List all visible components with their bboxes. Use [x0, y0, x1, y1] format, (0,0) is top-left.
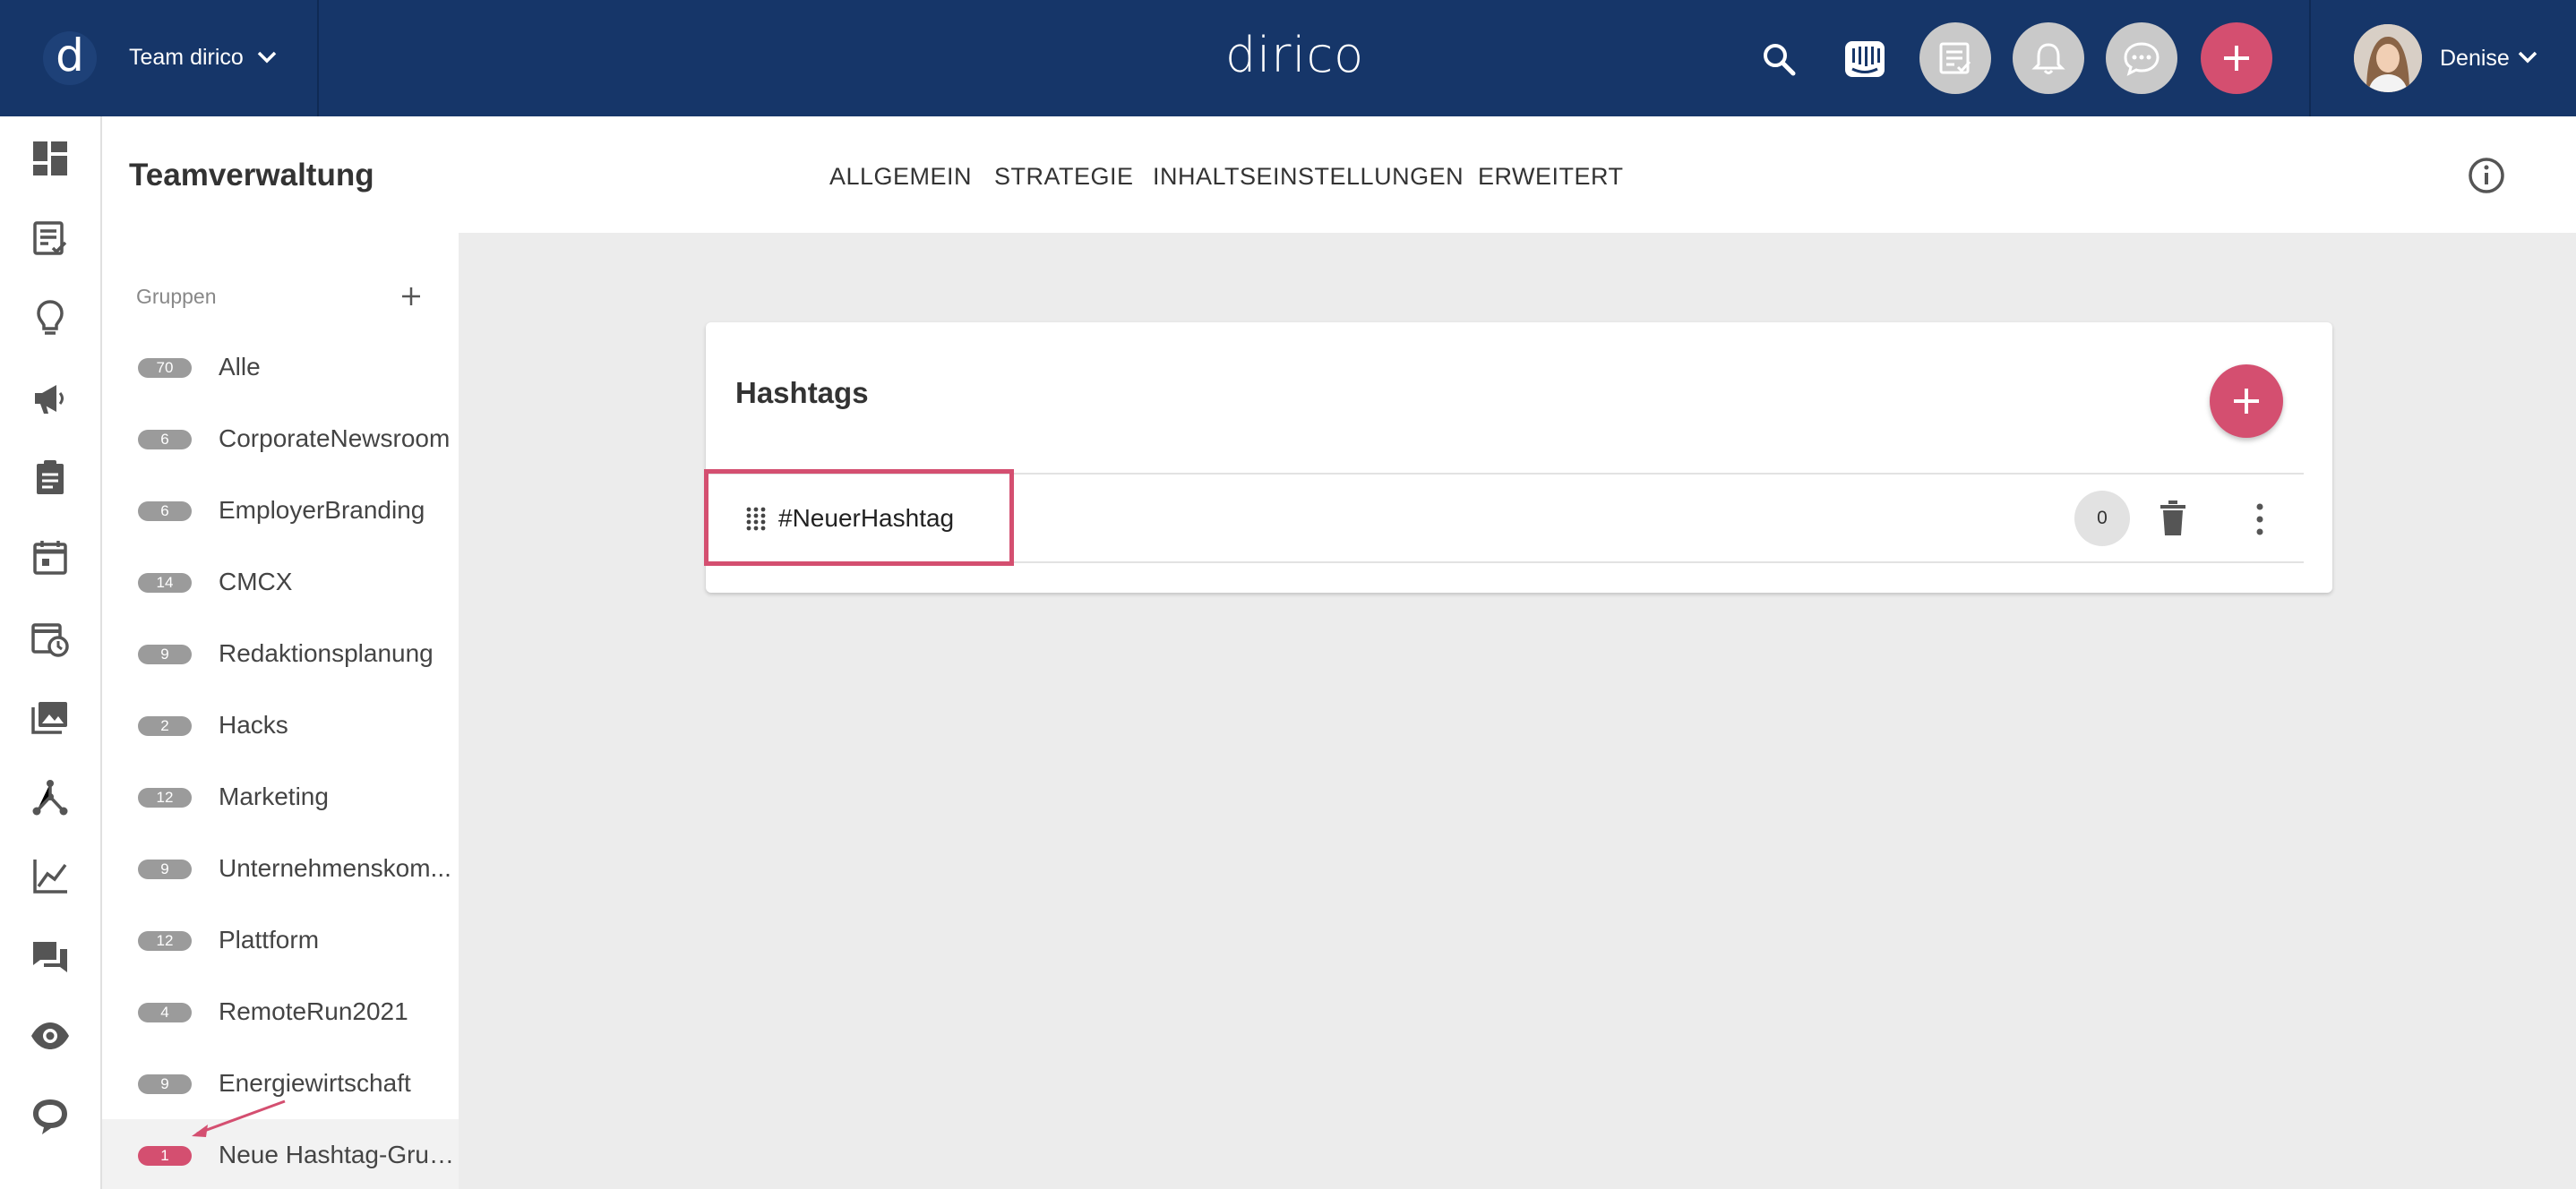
group-count-badge: 9 — [138, 645, 192, 664]
groups-label: Gruppen — [136, 285, 217, 308]
group-name: RemoteRun2021 — [219, 997, 408, 1025]
user-name[interactable]: Denise — [2440, 46, 2510, 72]
info-icon[interactable] — [2467, 156, 2506, 195]
group-count-badge: 1 — [138, 1146, 192, 1166]
avatar[interactable] — [2354, 24, 2422, 92]
drag-handle-icon[interactable] — [745, 506, 767, 533]
content-checklist-icon[interactable] — [30, 218, 71, 260]
plus-icon — [2224, 46, 2249, 71]
annotation-arrow — [192, 1099, 286, 1137]
group-count-badge: 12 — [138, 788, 192, 808]
hashtag-name[interactable]: #NeuerHashtag — [778, 504, 954, 533]
megaphone-icon[interactable] — [30, 378, 71, 419]
group-count-badge: 9 — [138, 860, 192, 879]
search-icon[interactable] — [1761, 41, 1797, 77]
group-count-badge: 70 — [138, 358, 192, 378]
group-count-badge: 2 — [138, 716, 192, 736]
create-button[interactable] — [2201, 22, 2272, 94]
team-name: Team dirico — [129, 45, 244, 70]
group-count-badge: 4 — [138, 1003, 192, 1022]
more-vertical-icon[interactable] — [2248, 501, 2271, 537]
eye-icon[interactable] — [30, 1015, 71, 1056]
group-item[interactable]: 12 Plattform — [102, 904, 459, 976]
group-item[interactable]: 9 Redaktionsplanung — [102, 618, 459, 689]
task-list-icon — [1939, 42, 1971, 74]
group-name: EmployerBranding — [219, 496, 425, 524]
clipboard-icon[interactable] — [30, 457, 71, 498]
group-name: Hacks — [219, 711, 288, 739]
tab-inhaltseinstellungen[interactable]: INHALTSEINSTELLUNGEN — [1153, 163, 1464, 191]
tasks-button[interactable] — [1919, 22, 1991, 94]
brand-title: dirico — [1225, 27, 1365, 83]
lightbulb-icon[interactable] — [30, 297, 71, 338]
add-hashtag-button[interactable] — [2210, 364, 2283, 438]
left-nav-rail — [0, 116, 102, 1189]
topbar-divider — [2309, 0, 2311, 116]
group-name: Plattform — [219, 926, 320, 954]
add-group-plus-icon[interactable] — [398, 283, 425, 310]
group-item[interactable]: 2 Hacks — [102, 689, 459, 761]
group-count-badge: 12 — [138, 931, 192, 951]
tab-erweitert[interactable]: ERWEITERT — [1478, 163, 1624, 191]
group-item[interactable]: 9 Unternehmenskom... — [102, 833, 459, 904]
group-name: Energiewirtschaft — [219, 1069, 411, 1097]
tab-strategie[interactable]: STRATEGIE — [994, 163, 1134, 191]
intercom-icon[interactable] — [1843, 39, 1886, 79]
group-count-badge: 6 — [138, 501, 192, 521]
group-item[interactable]: 12 Marketing — [102, 761, 459, 833]
team-switcher[interactable]: d Team dirico — [0, 0, 319, 116]
group-name: Unternehmenskom... — [219, 854, 451, 882]
forum-icon[interactable] — [30, 937, 71, 978]
analytics-chart-icon[interactable] — [30, 856, 71, 897]
group-item[interactable]: 6 CorporateNewsroom — [102, 403, 459, 475]
group-name: CorporateNewsroom — [219, 424, 451, 452]
chevron-down-icon[interactable] — [2517, 50, 2538, 64]
dashboard-icon[interactable] — [30, 138, 71, 179]
group-name: Marketing — [219, 783, 329, 810]
calendar-clock-icon[interactable] — [30, 618, 71, 659]
tab-allgemein[interactable]: ALLGEMEIN — [829, 163, 972, 191]
calendar-icon[interactable] — [30, 537, 71, 578]
group-count-badge: 14 — [138, 573, 192, 593]
group-name: Alle — [219, 353, 261, 381]
user-photo — [2354, 24, 2422, 92]
trash-icon[interactable] — [2157, 500, 2189, 537]
group-item[interactable]: 70 Alle — [102, 331, 459, 403]
speech-bubble-icon[interactable] — [30, 1096, 71, 1137]
chat-button[interactable] — [2106, 22, 2177, 94]
photo-library-icon[interactable] — [30, 697, 71, 738]
bell-icon — [2031, 43, 2065, 74]
network-icon[interactable] — [30, 777, 71, 818]
group-name: CMCX — [219, 568, 293, 595]
group-count-badge: 6 — [138, 430, 192, 449]
chevron-down-icon — [257, 51, 277, 64]
dirico-logo: d — [43, 31, 97, 85]
card-title: Hashtags — [735, 376, 869, 409]
group-item[interactable]: 6 EmployerBranding — [102, 475, 459, 546]
hashtag-usage-count: 0 — [2074, 491, 2130, 546]
group-name: Neue Hashtag-Grup... — [219, 1141, 459, 1168]
logo-letter: d — [56, 30, 84, 81]
group-item[interactable]: 4 RemoteRun2021 — [102, 976, 459, 1048]
group-count-badge: 9 — [138, 1074, 192, 1094]
page-title: Teamverwaltung — [129, 158, 374, 192]
chat-bubble-icon — [2124, 42, 2160, 76]
group-item[interactable]: 14 CMCX — [102, 546, 459, 618]
notifications-button[interactable] — [2013, 22, 2084, 94]
plus-icon — [2234, 389, 2259, 414]
group-name: Redaktionsplanung — [219, 639, 434, 667]
